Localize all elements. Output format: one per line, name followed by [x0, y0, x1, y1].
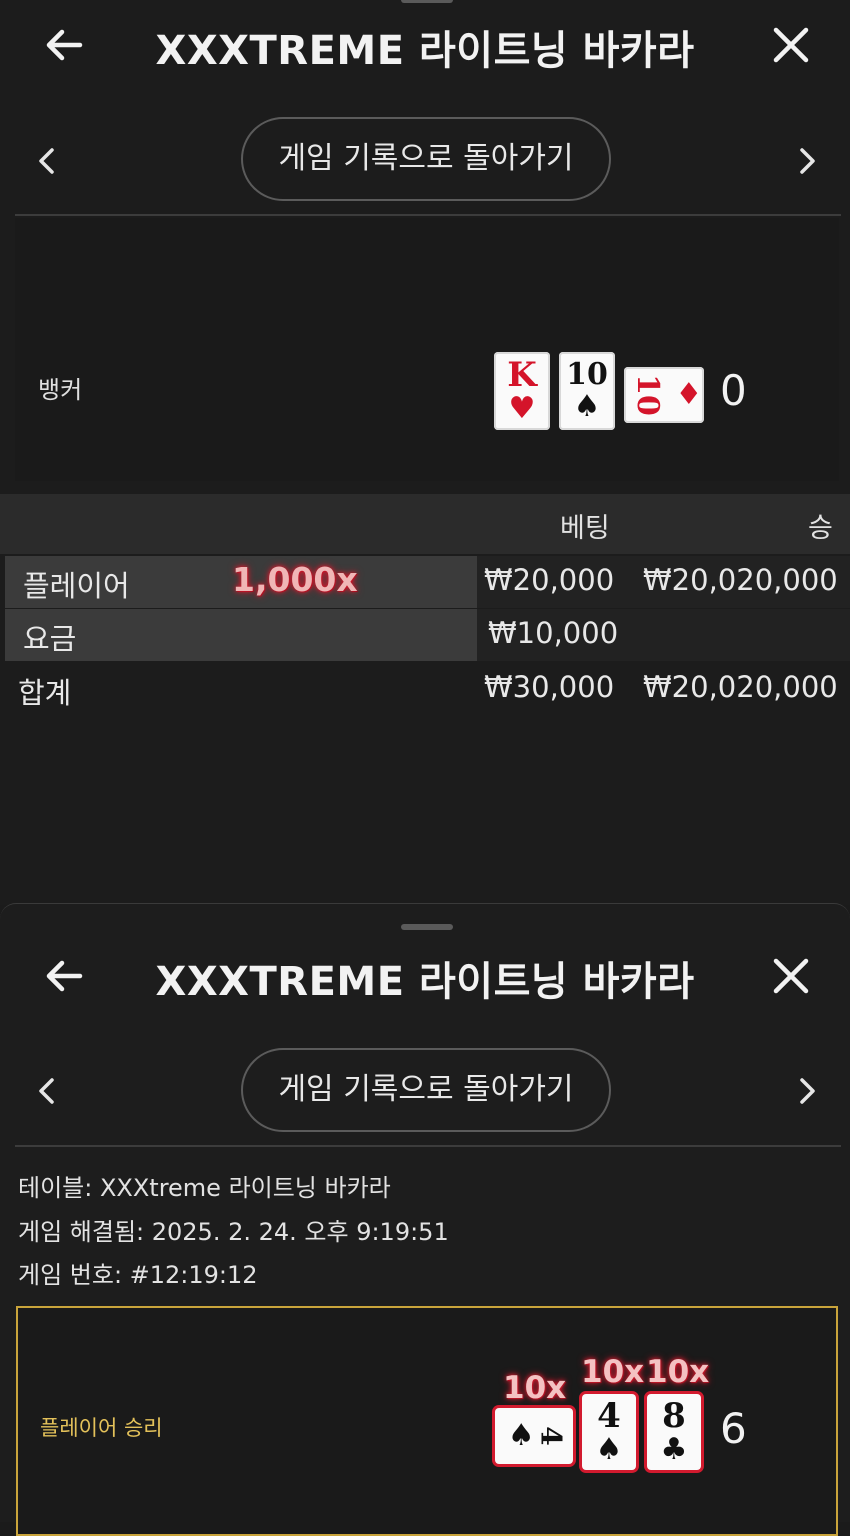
arrow-left-icon[interactable] [40, 20, 90, 70]
club-icon: ♣ [660, 1432, 688, 1467]
heart-icon: ♥ [508, 391, 536, 426]
player-card: 4 ♠ [582, 1394, 636, 1470]
bet-amount: ₩10,000 [488, 616, 619, 650]
banker-card: 10 ♠ [559, 352, 615, 430]
row-label: 플레이어 [23, 569, 130, 603]
drag-handle[interactable] [401, 924, 453, 930]
divider [15, 214, 841, 216]
card-rank: 4 [534, 1426, 568, 1446]
bet-amount: ₩20,000 [484, 563, 615, 597]
page-title: XXXTREME 라이트닝 바카라 [155, 28, 695, 74]
close-icon[interactable] [766, 951, 816, 1001]
spade-icon: ♠ [507, 1418, 535, 1453]
table-row [5, 609, 850, 661]
player-card: 8 ♣ [647, 1394, 701, 1470]
bet-column-header: 베팅 [560, 513, 610, 544]
win-column-header: 승 [808, 513, 833, 544]
arrow-left-icon[interactable] [40, 951, 90, 1001]
banker-hand-area [15, 218, 839, 481]
banker-card-rotated: 10 ♦ [624, 367, 704, 423]
drag-handle[interactable] [401, 0, 453, 3]
close-icon[interactable] [766, 20, 816, 70]
player-win-label: 플레이어 승리 [40, 1416, 163, 1440]
row-label: 요금 [23, 622, 77, 656]
card-rank: 10 [566, 357, 608, 392]
lightning-multiplier: 1,000x [232, 560, 358, 599]
card-multiplier: 10x [646, 1354, 710, 1390]
bet-table-header [0, 494, 850, 554]
resolved-time: 게임 해결됨: 2025. 2. 24. 오후 9:19:51 [18, 1218, 449, 1246]
page-title: XXXTREME 라이트닝 바카라 [155, 959, 695, 1005]
chevron-right-icon[interactable] [790, 144, 824, 178]
table-info: 테이블: XXXtreme 라이트닝 바카라 [18, 1174, 391, 1202]
player-card-rotated: ♠ 4 [495, 1408, 573, 1464]
back-to-history-button[interactable]: 게임 기록으로 돌아가기 [241, 1048, 611, 1132]
card-rank: 10 [629, 374, 665, 416]
back-to-history-button[interactable]: 게임 기록으로 돌아가기 [241, 117, 611, 201]
banker-card: K ♥ [494, 352, 550, 430]
history-panel-top: XXXTREME 라이트닝 바카라 게임 기록으로 돌아가기 뱅커 K ♥ 10… [0, 0, 850, 905]
card-rank: 4 [597, 1396, 621, 1436]
banker-score: 0 [720, 366, 747, 415]
game-number: 게임 번호: #12:19:12 [18, 1261, 258, 1289]
card-multiplier: 10x [503, 1370, 567, 1406]
total-win: ₩20,020,000 [643, 670, 838, 704]
win-amount: ₩20,020,000 [643, 563, 838, 597]
card-multiplier: 10x [581, 1354, 645, 1390]
divider [15, 1145, 841, 1147]
card-rank: 8 [662, 1396, 686, 1436]
spade-icon: ♠ [573, 389, 601, 424]
diamond-icon: ♦ [675, 377, 703, 412]
chevron-left-icon[interactable] [30, 144, 64, 178]
chevron-right-icon[interactable] [790, 1074, 824, 1108]
total-bet: ₩30,000 [484, 670, 615, 704]
banker-label: 뱅커 [38, 376, 83, 404]
chevron-left-icon[interactable] [30, 1074, 64, 1108]
total-label: 합계 [18, 676, 72, 710]
card-rank: K [507, 355, 537, 395]
spade-icon: ♠ [595, 1432, 623, 1467]
player-score: 6 [720, 1404, 747, 1453]
